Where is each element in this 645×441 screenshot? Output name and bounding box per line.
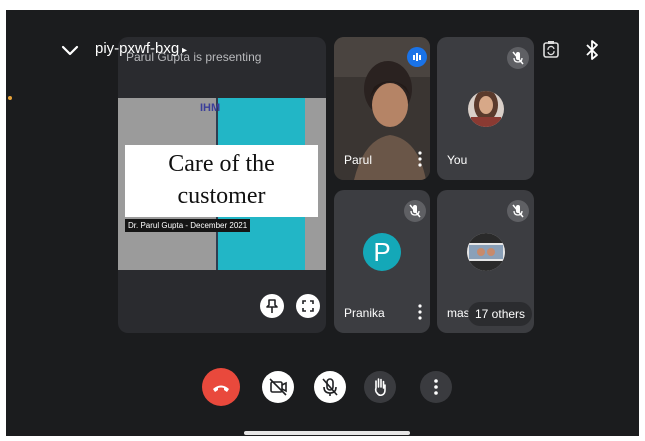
meeting-code[interactable]: piy-pxwf-bxg ▸ xyxy=(95,40,187,57)
more-options-button[interactable] xyxy=(420,371,452,403)
participant-name: mas xyxy=(447,306,470,320)
mic-off-icon xyxy=(322,378,338,396)
slide-title-line2: customer xyxy=(177,183,266,209)
avatar-initial: P xyxy=(363,233,401,271)
pin-button[interactable] xyxy=(260,294,284,318)
mic-toggle-button[interactable] xyxy=(314,371,346,403)
end-call-icon xyxy=(213,385,229,392)
participant-name: Parul xyxy=(344,153,373,167)
fullscreen-icon xyxy=(302,300,314,312)
hand-icon xyxy=(374,378,386,397)
slide-author: Dr. Parul Gupta - December 2021 xyxy=(125,219,251,232)
more-vert-icon[interactable] xyxy=(418,304,422,320)
camera-rotate-icon[interactable] xyxy=(540,38,562,60)
end-call-button[interactable] xyxy=(202,368,240,406)
meet-screen: Parul Gupta is presenting piy-pxwf-bxg ▸… xyxy=(6,10,639,436)
speaking-indicator-icon xyxy=(407,47,427,67)
participant-name: You xyxy=(447,153,468,167)
mic-off-icon xyxy=(404,200,426,222)
status-dot xyxy=(8,96,12,100)
avatar xyxy=(468,91,504,127)
more-vert-icon[interactable] xyxy=(418,151,422,167)
participant-tile-parul[interactable]: Parul xyxy=(334,37,430,180)
mic-off-icon xyxy=(507,200,529,222)
participant-name: Pranika xyxy=(344,306,385,320)
fullscreen-button[interactable] xyxy=(296,294,320,318)
bluetooth-icon[interactable] xyxy=(582,38,602,62)
meeting-code-text: piy-pxwf-bxg xyxy=(95,40,180,57)
pin-icon xyxy=(266,299,278,313)
slide-logo: IHM xyxy=(200,102,221,114)
more-vert-icon xyxy=(434,379,438,395)
participant-tile-pranika[interactable]: P Pranika xyxy=(334,190,430,333)
camera-off-icon xyxy=(269,378,287,396)
slide-title-line1: Care of the xyxy=(168,151,275,177)
mic-off-icon xyxy=(507,47,529,69)
others-count-badge[interactable]: 17 others xyxy=(468,302,533,326)
home-indicator[interactable] xyxy=(244,431,410,435)
chevron-right-icon: ▸ xyxy=(179,45,188,56)
presentation-slide: IHM Care of the customer Dr. Parul Gupta… xyxy=(118,98,326,270)
camera-toggle-button[interactable] xyxy=(262,371,294,403)
raise-hand-button[interactable] xyxy=(364,371,396,403)
slide-title-box: Care of the customer xyxy=(125,145,318,217)
avatar xyxy=(467,233,505,271)
participant-tile-you[interactable]: You xyxy=(437,37,534,180)
chevron-down-icon[interactable] xyxy=(58,38,82,62)
